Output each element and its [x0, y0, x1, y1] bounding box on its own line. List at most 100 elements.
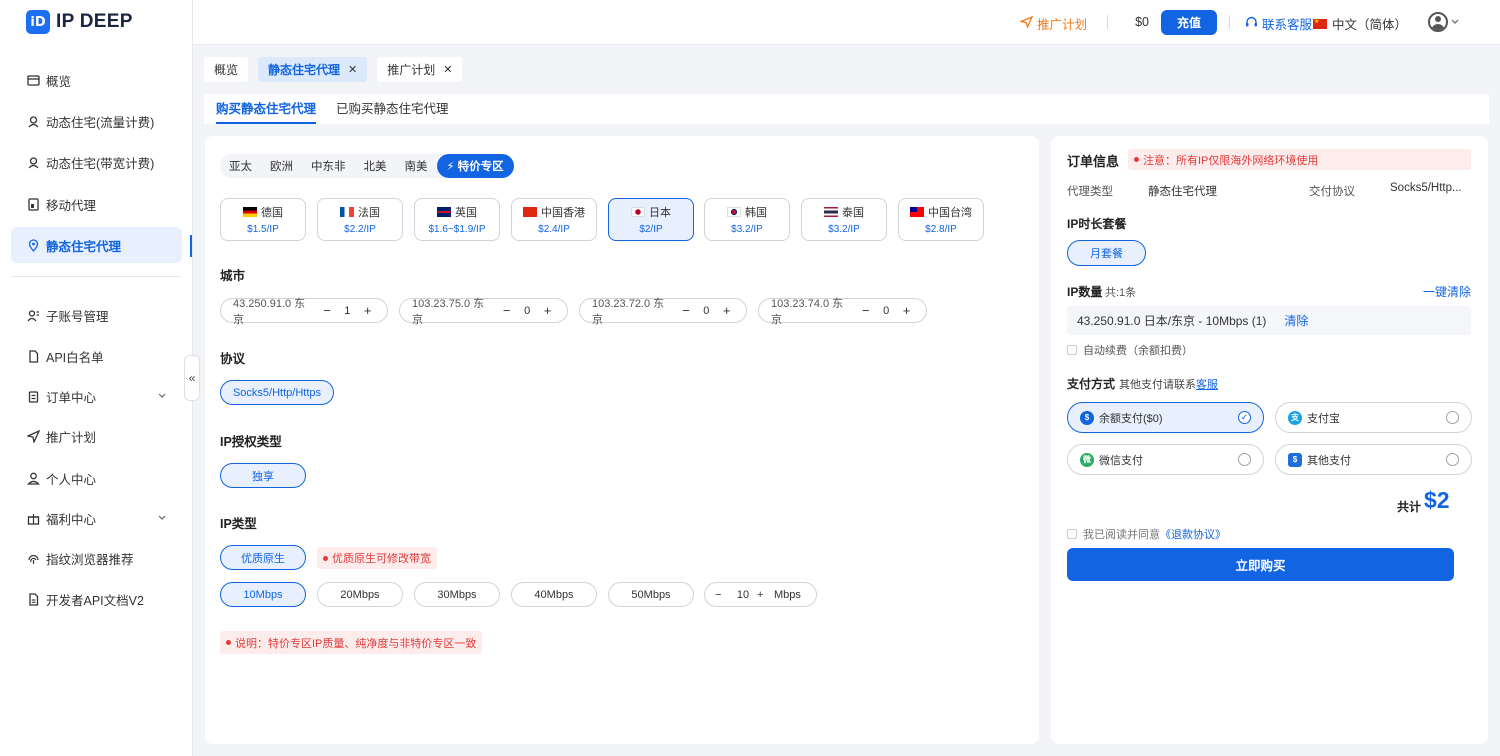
region-europe[interactable]: 欧洲 [261, 154, 302, 178]
decrement-button[interactable]: − [679, 303, 694, 318]
country-germany[interactable]: 德国 $1.5/IP [220, 198, 306, 241]
auth-type-option[interactable]: 独享 [220, 463, 306, 488]
sidebar-item-orders[interactable]: 订单中心 [11, 378, 182, 414]
sidebar-item-dynamic-bandwidth[interactable]: 动态住宅(带宽计费) [11, 144, 182, 180]
increment-button[interactable]: + [899, 303, 914, 318]
duration-title: IP时长套餐 [1067, 217, 1127, 231]
total-label: 共计 [1397, 500, 1422, 514]
country-name: 中国香港 [541, 207, 585, 219]
promotion-link[interactable]: 推广计划 [1018, 14, 1087, 33]
agreement-checkbox[interactable] [1067, 529, 1077, 539]
region-special-offer[interactable]: ⚡ 特价专区 [436, 154, 514, 178]
quantity-count: 共:1条 [1105, 287, 1137, 299]
bandwidth-40[interactable]: 40Mbps [511, 582, 597, 607]
quantity-value[interactable]: 1 [334, 305, 360, 317]
sidebar-item-fingerprint-browser[interactable]: 指纹浏览器推荐 [11, 540, 182, 576]
wechat-icon: 微 [1080, 452, 1094, 467]
quantity-value[interactable]: 0 [514, 305, 540, 317]
region-north-america[interactable]: 北美 [355, 154, 396, 178]
section-title-protocol: 协议 [220, 352, 246, 366]
payment-label: 余额支付($0) [1099, 412, 1163, 425]
increment-button[interactable]: + [757, 589, 771, 601]
auto-renew-option[interactable]: 自动续费（余额扣费） [1067, 342, 1193, 358]
country-hong-kong[interactable]: 中国香港 $2.4/IP [511, 198, 597, 241]
country-taiwan[interactable]: 中国台湾 $2.8/IP [898, 198, 984, 241]
sidebar-item-benefits[interactable]: 福利中心 [11, 500, 182, 536]
tab-static-residential[interactable]: 静态住宅代理 ✕ [258, 57, 368, 82]
agreement-option[interactable]: 我已阅读并同意 《退款协议》 [1067, 526, 1226, 542]
recharge-button[interactable]: 充值 [1161, 10, 1217, 35]
sidebar-item-label: 推广计划 [46, 430, 97, 445]
sidebar-item-overview[interactable]: 概览 [11, 62, 182, 98]
sidebar-item-dynamic-traffic[interactable]: 动态住宅(流量计费) [11, 103, 182, 139]
ip-type-option[interactable]: 优质原生 [220, 545, 306, 570]
sidebar-item-label: API白名单 [46, 350, 104, 365]
clear-all-link[interactable]: 一键清除 [1423, 283, 1471, 300]
sidebar-item-static-residential[interactable]: 静态住宅代理 [11, 227, 182, 263]
sidebar-item-api-docs[interactable]: 开发者API文档V2 [11, 581, 182, 617]
user-menu[interactable] [1428, 12, 1460, 32]
order-notice: 注意：所有IP仅限海外网络环境使用 [1128, 149, 1471, 170]
sidebar-item-promotion[interactable]: 推广计划 [11, 418, 182, 454]
increment-button[interactable]: + [719, 303, 734, 318]
payment-hint: 其他支付请联系客服 [1119, 376, 1218, 392]
send-icon [26, 429, 40, 443]
payment-alipay[interactable]: 支 支付宝 [1275, 402, 1472, 433]
country-thailand[interactable]: 泰国 $3.2/IP [801, 198, 887, 241]
sidebar-item-sub-accounts[interactable]: 子账号管理 [11, 297, 182, 333]
logo[interactable]: iD IP DEEP [26, 10, 133, 34]
payment-other[interactable]: $ 其他支付 [1275, 444, 1472, 475]
close-icon[interactable]: ✕ [348, 63, 357, 76]
refund-agreement-link[interactable]: 《退款协议》 [1160, 526, 1226, 542]
payment-hint-text: 其他支付请联系 [1119, 379, 1196, 391]
support-label: 联系客服 [1261, 18, 1312, 32]
customer-support-link[interactable]: 联系客服 [1245, 14, 1312, 33]
bandwidth-10[interactable]: 10Mbps [220, 582, 306, 607]
subnav-buy[interactable]: 购买静态住宅代理 [216, 94, 317, 124]
country-uk[interactable]: 英国 $1.6~$1.9/IP [414, 198, 500, 241]
bandwidth-value[interactable]: 10 [729, 589, 757, 601]
auto-renew-checkbox[interactable] [1067, 345, 1077, 355]
bandwidth-20[interactable]: 20Mbps [317, 582, 403, 607]
decrement-button[interactable]: − [858, 303, 873, 318]
japan-flag-icon [631, 207, 645, 217]
sidebar-item-api-whitelist[interactable]: API白名单 [11, 338, 182, 374]
subnav-purchased[interactable]: 已购买静态住宅代理 [336, 94, 449, 124]
tab-overview[interactable]: 概览 [204, 57, 249, 82]
country-korea[interactable]: 韩国 $3.2/IP [704, 198, 790, 241]
support-link[interactable]: 客服 [1196, 379, 1218, 391]
region-middle-east-africa[interactable]: 中东非 [302, 154, 355, 178]
payment-title: 支付方式 [1067, 377, 1116, 391]
close-icon[interactable]: ✕ [443, 63, 452, 76]
quantity-value[interactable]: 0 [873, 305, 899, 317]
sidebar-item-mobile[interactable]: 移动代理 [11, 186, 182, 222]
increment-button[interactable]: + [540, 303, 555, 318]
region-asia-pacific[interactable]: 亚太 [220, 154, 261, 178]
user-location-icon [26, 155, 40, 169]
language-selector[interactable]: 中文（简体） [1312, 14, 1407, 33]
payment-wechat[interactable]: 微 微信支付 [1067, 444, 1264, 475]
duration-monthly-option[interactable]: 月套餐 [1067, 240, 1146, 266]
clear-item-link[interactable]: 清除 [1284, 312, 1308, 329]
region-south-america[interactable]: 南美 [396, 154, 437, 178]
protocol-option[interactable]: Socks5/Http/Https [220, 380, 334, 405]
quantity-title: IP数量 [1067, 285, 1103, 299]
collapse-sidebar-button[interactable]: « [184, 355, 200, 401]
logo-mark: iD [26, 10, 50, 34]
buy-now-button[interactable]: 立即购买 [1067, 548, 1454, 581]
payment-balance[interactable]: $ 余额支付($0) ✓ [1067, 402, 1264, 433]
tab-promotion[interactable]: 推广计划 ✕ [377, 57, 463, 82]
country-france[interactable]: 法国 $2.2/IP [317, 198, 403, 241]
decrement-button[interactable]: − [715, 589, 729, 601]
increment-button[interactable]: + [360, 303, 375, 318]
sidebar-item-profile[interactable]: 个人中心 [11, 460, 182, 496]
country-japan[interactable]: 日本 $2/IP [608, 198, 694, 241]
order-title: 订单信息 [1067, 154, 1120, 169]
bandwidth-30[interactable]: 30Mbps [414, 582, 500, 607]
decrement-button[interactable]: − [499, 303, 514, 318]
auto-renew-label: 自动续费（余额扣费） [1083, 345, 1193, 357]
decrement-button[interactable]: − [320, 303, 335, 318]
bandwidth-50[interactable]: 50Mbps [608, 582, 694, 607]
quantity-value[interactable]: 0 [693, 305, 719, 317]
divider [1229, 15, 1230, 29]
